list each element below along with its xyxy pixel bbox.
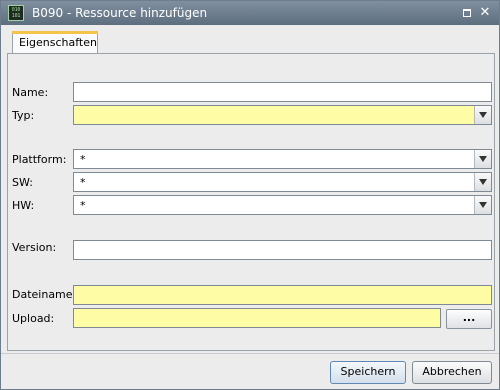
title-bar[interactable]: 010 101 B090 - Ressource hinzufügen ✕ xyxy=(1,1,499,25)
close-icon: ✕ xyxy=(479,5,491,20)
tab-eigenschaften[interactable]: Eigenschaften xyxy=(12,31,98,54)
sw-label: SW: xyxy=(12,176,33,189)
browse-button[interactable]: ... xyxy=(446,309,492,329)
version-field[interactable] xyxy=(73,240,492,260)
restore-icon xyxy=(463,9,471,17)
cancel-button[interactable]: Abbrechen xyxy=(412,361,492,384)
sw-value: * xyxy=(80,176,86,189)
chevron-down-icon[interactable] xyxy=(474,106,491,124)
upload-field[interactable] xyxy=(73,308,441,328)
restore-button[interactable] xyxy=(459,5,475,21)
version-label: Version: xyxy=(12,241,57,254)
window-title: B090 - Ressource hinzufügen xyxy=(32,6,208,20)
typ-label: Typ: xyxy=(12,109,35,122)
plattform-select[interactable]: * xyxy=(73,149,492,169)
hw-value: * xyxy=(80,199,86,212)
dateiname-field[interactable] xyxy=(73,285,492,305)
upload-label: Upload: xyxy=(12,312,55,325)
footer-divider xyxy=(1,353,499,354)
dialog-window: 010 101 B090 - Ressource hinzufügen ✕ Ei… xyxy=(0,0,500,390)
chevron-down-icon[interactable] xyxy=(474,196,491,214)
app-icon: 010 101 xyxy=(8,5,24,21)
name-label: Name: xyxy=(12,86,49,99)
close-button[interactable]: ✕ xyxy=(477,5,493,21)
hw-label: HW: xyxy=(12,199,35,212)
chevron-down-icon[interactable] xyxy=(474,173,491,191)
sw-select[interactable]: * xyxy=(73,172,492,192)
save-button[interactable]: Speichern xyxy=(330,361,406,384)
typ-select[interactable] xyxy=(73,105,492,125)
dateiname-label: Dateiname: xyxy=(12,288,77,301)
tab-bar: Eigenschaften xyxy=(7,31,493,54)
name-field[interactable] xyxy=(73,82,492,102)
plattform-label: Plattform: xyxy=(12,153,67,166)
plattform-value: * xyxy=(80,153,86,166)
chevron-down-icon[interactable] xyxy=(474,150,491,168)
hw-select[interactable]: * xyxy=(73,195,492,215)
